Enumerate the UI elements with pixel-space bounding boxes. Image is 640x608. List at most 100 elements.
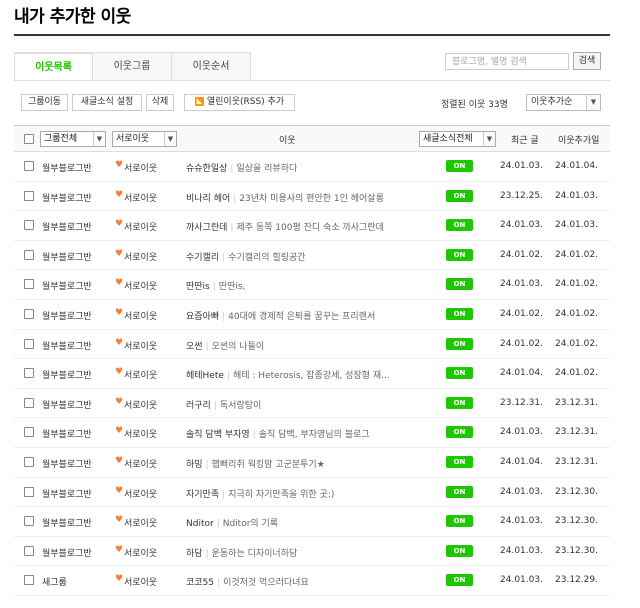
row-recent-post-date: 24.01.03.	[500, 545, 543, 556]
row-group: 월부블로그반	[42, 430, 92, 441]
row-group: 월부블로그반	[42, 459, 92, 470]
row-checkbox[interactable]	[24, 220, 34, 231]
row-neighbor: 러구리 | 독서랑탕이	[186, 398, 432, 411]
neighbor-column-header: 이웃	[279, 136, 296, 146]
row-nickname[interactable]: Nditor	[186, 519, 214, 529]
row-checkbox[interactable]	[24, 397, 34, 408]
group-move-button[interactable]: 그룹이동	[21, 94, 68, 111]
row-neighbor: 슈슈한일상 | 일상을 리뷰하다	[186, 161, 432, 174]
heart-icon: ♥	[115, 396, 124, 407]
new-post-on-toggle[interactable]: ON	[446, 515, 473, 528]
row-checkbox[interactable]	[24, 249, 34, 260]
row-checkbox[interactable]	[24, 427, 34, 438]
row-relation: 서로이웃	[124, 341, 158, 352]
new-post-on-toggle[interactable]: ON	[446, 455, 473, 468]
rss-add-button[interactable]: ◣ 열린이웃(RSS) 추가	[184, 94, 295, 111]
row-group: 새그룹	[42, 578, 67, 589]
row-nickname[interactable]: 비나리 헤어	[186, 194, 230, 204]
row-checkbox[interactable]	[24, 190, 34, 201]
row-checkbox[interactable]	[24, 456, 34, 467]
row-blog-description: 지극히 자기만족을 위한 곳:)	[228, 489, 335, 500]
table-row: 월부블로그반 ♥ 서로이웃 하담 | 운동하는 디자이너하담 ON 24.01.03. 23.1…	[14, 537, 610, 567]
chevron-down-icon: ▼	[483, 132, 495, 146]
tab-bar: 이웃목록 이웃그룹 이웃순서	[14, 52, 251, 81]
new-post-on-toggle[interactable]: ON	[446, 485, 473, 498]
delete-button[interactable]: 삭제	[146, 94, 174, 111]
new-post-on-toggle[interactable]: ON	[446, 367, 473, 380]
row-nickname[interactable]: 요즘아빠	[186, 312, 219, 322]
row-blog-description: 23년차 미용사의 편안한 1인 헤어살롱	[239, 193, 384, 204]
row-nickname[interactable]: 코코55	[186, 578, 214, 588]
tab-neighbor-list[interactable]: 이웃목록	[14, 52, 93, 81]
group-filter-value: 그룹전체	[44, 134, 78, 144]
row-nickname[interactable]: 딴딴is	[186, 282, 210, 292]
tab-neighbor-group[interactable]: 이웃그룹	[93, 52, 172, 81]
new-post-on-toggle[interactable]: ON	[446, 426, 473, 439]
row-relation: 서로이웃	[124, 252, 158, 263]
new-post-filter-select[interactable]: 새글소식전체 ▼	[419, 131, 496, 147]
row-nickname[interactable]: 하밍	[186, 460, 203, 470]
row-nickname[interactable]: 헤테Hete	[186, 371, 224, 381]
relation-filter-select[interactable]: 서로이웃 ▼	[112, 131, 177, 147]
search-input[interactable]	[445, 53, 569, 70]
row-neighbor: 헤테Hete | 해테 : Heterosis, 잡종강세, 성장형 재...	[186, 368, 432, 381]
new-post-on-toggle[interactable]: ON	[446, 189, 473, 202]
new-post-on-toggle[interactable]: ON	[446, 248, 473, 261]
row-checkbox[interactable]	[24, 486, 34, 497]
table-row: 월부블로그반 ♥ 서로이웃 슈슈한일상 | 일상을 리뷰하다 ON 24.01.03. 24.0…	[14, 152, 610, 182]
row-checkbox[interactable]	[24, 545, 34, 556]
row-added-date: 24.01.02.	[555, 249, 598, 260]
new-post-setting-button[interactable]: 새글소식 설정	[72, 94, 142, 111]
row-nickname[interactable]: 솔직 담백 부자영	[186, 430, 250, 440]
row-blog-description: Nditor의 기록	[222, 519, 279, 530]
row-relation: 서로이웃	[124, 548, 158, 559]
sort-order-select[interactable]: 이웃추가순 ▼	[526, 94, 601, 111]
row-group: 월부블로그반	[42, 223, 92, 234]
new-post-on-toggle[interactable]: ON	[446, 219, 473, 232]
new-post-on-toggle[interactable]: ON	[446, 544, 473, 557]
select-all-checkbox[interactable]	[24, 134, 34, 144]
row-nickname[interactable]: 러구리	[186, 401, 211, 411]
row-separator: |	[222, 311, 226, 322]
row-neighbor: 까사그란데 | 제주 동쪽 100평 잔디 숙소 까사그란데	[186, 220, 432, 233]
row-group: 월부블로그반	[42, 252, 92, 263]
row-separator: |	[205, 548, 209, 559]
row-nickname[interactable]: 슈슈한일상	[186, 164, 227, 174]
relation-filter-value: 서로이웃	[116, 134, 150, 144]
row-added-date: 23.12.30.	[555, 545, 598, 556]
table-row: 월부블로그반 ♥ 서로이웃 수기캘리 | 수기캘리의 힐링공간 ON 24.01.02. 24.…	[14, 241, 610, 271]
row-checkbox[interactable]	[24, 516, 34, 527]
row-nickname[interactable]: 수기캘리	[186, 253, 219, 263]
row-separator: |	[233, 193, 237, 204]
search-button[interactable]: 검색	[573, 52, 601, 70]
row-checkbox[interactable]	[24, 338, 34, 349]
row-neighbor: 비나리 헤어 | 23년차 미용사의 편안한 1인 헤어살롱	[186, 191, 432, 204]
row-nickname[interactable]: 하담	[186, 549, 203, 559]
row-group: 월부블로그반	[42, 548, 92, 559]
new-post-on-toggle[interactable]: ON	[446, 396, 473, 409]
row-recent-post-date: 24.01.03.	[500, 279, 543, 290]
table-row: 월부블로그반 ♥ 서로이웃 헤테Hete | 해테 : Heterosis, 잡종강세, …	[14, 359, 610, 389]
new-post-on-toggle[interactable]: ON	[446, 337, 473, 350]
new-post-on-toggle[interactable]: ON	[446, 278, 473, 291]
row-checkbox[interactable]	[24, 368, 34, 379]
row-group: 월부블로그반	[42, 519, 92, 530]
row-added-date: 23.12.31.	[555, 397, 598, 408]
row-checkbox[interactable]	[24, 308, 34, 319]
heart-icon: ♥	[115, 248, 124, 259]
row-checkbox[interactable]	[24, 161, 34, 171]
row-relation: 서로이웃	[124, 489, 158, 500]
tab-neighbor-order[interactable]: 이웃순서	[172, 52, 251, 81]
row-nickname[interactable]: 오썬	[186, 342, 203, 352]
row-nickname[interactable]: 자기만족	[186, 490, 219, 500]
new-post-on-toggle[interactable]: ON	[446, 574, 473, 587]
new-post-on-toggle[interactable]: ON	[446, 307, 473, 320]
new-post-on-toggle[interactable]: ON	[446, 160, 473, 172]
row-recent-post-date: 24.01.03.	[500, 575, 543, 586]
heart-icon: ♥	[115, 544, 124, 555]
group-filter-select[interactable]: 그룹전체 ▼	[40, 131, 106, 147]
row-nickname[interactable]: 까사그란데	[186, 223, 227, 233]
row-checkbox[interactable]	[24, 279, 34, 290]
row-neighbor: 요즘아빠 | 40대에 경제적 은퇴를 꿈꾸는 프리랜서	[186, 309, 432, 322]
row-checkbox[interactable]	[24, 575, 34, 586]
